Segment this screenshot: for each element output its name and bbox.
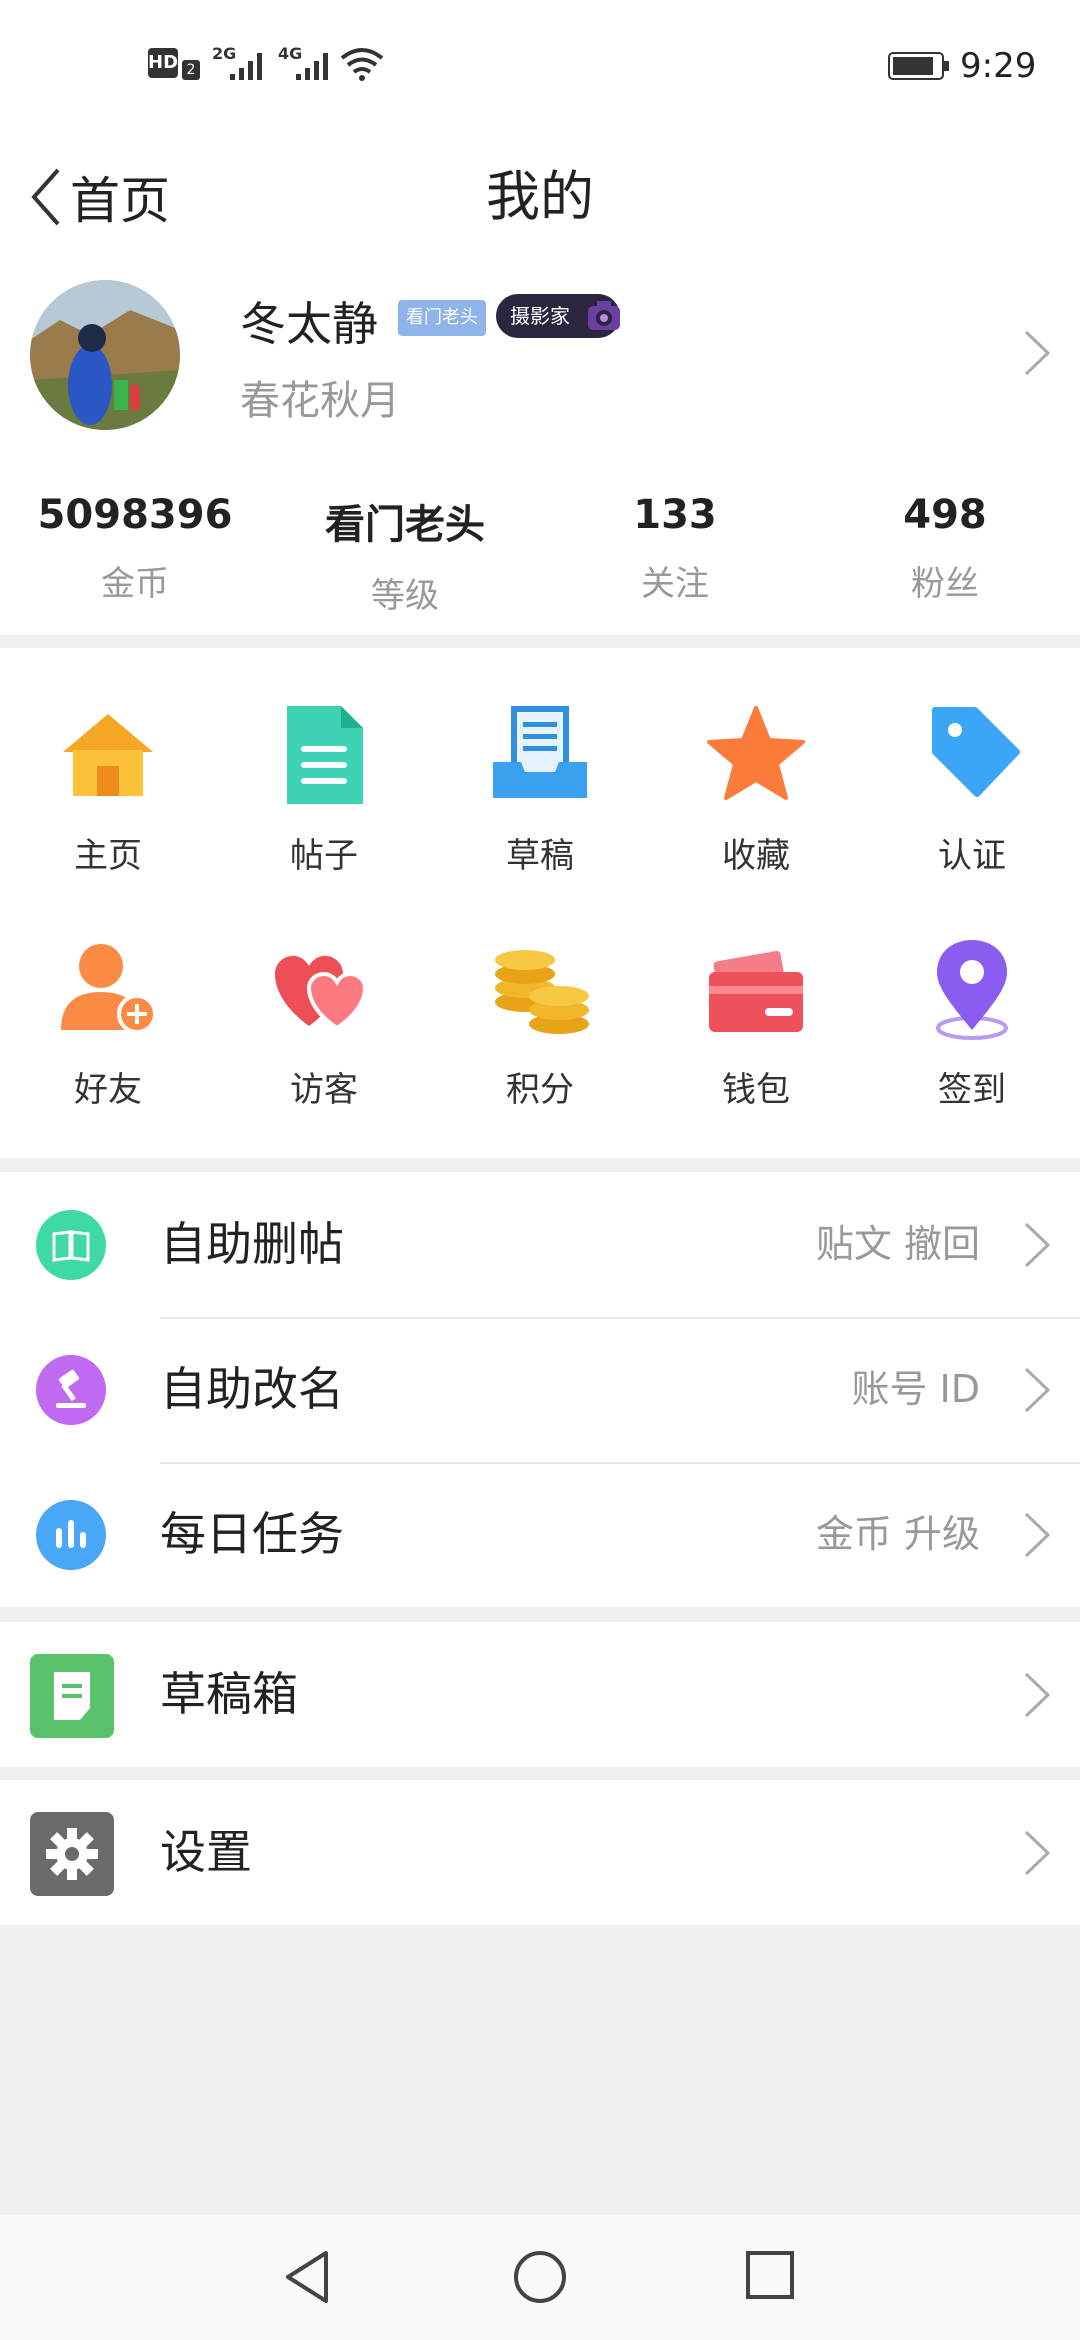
user-name: 冬太静 [240, 297, 378, 351]
status-bar: HD 2 2G 4G 9:29 [0, 0, 1080, 130]
level-badge: 看门老头 [398, 300, 486, 336]
avatar-photo [30, 280, 180, 430]
chevron-right-icon [1024, 1512, 1051, 1558]
menu-label: 每日任务 [160, 1507, 344, 1561]
camera-icon [588, 301, 620, 330]
title-badge: 摄影家 [496, 294, 620, 338]
chevron-right-icon[interactable] [1022, 328, 1052, 378]
grid-item-drafts[interactable]: 草稿 [432, 700, 648, 877]
menu-group-self-service: 自助删帖 贴文 撤回 自助改名 账号 ID 每日任务 金币 升级 [0, 1172, 1080, 1607]
title-badge-label: 摄影家 [510, 304, 570, 328]
coins-icon [495, 950, 589, 1034]
menu-group-settings: 设置 [0, 1780, 1080, 1925]
menu-label: 自助改名 [160, 1362, 344, 1416]
nav-recents-icon[interactable] [744, 2249, 796, 2301]
menu-hint: 贴文 撤回 [815, 1222, 980, 1266]
location-pin-icon [936, 940, 1008, 1040]
grid-item-wallet[interactable]: 钱包 [648, 934, 864, 1111]
menu-label: 草稿箱 [160, 1667, 298, 1721]
gear-icon [30, 1812, 114, 1896]
menu-label: 设置 [160, 1825, 252, 1879]
tag-icon [932, 707, 1020, 797]
grid-item-home[interactable]: 主页 [0, 700, 216, 877]
grid-label: 主页 [74, 836, 142, 876]
add-friend-icon [61, 944, 157, 1034]
clock: 9:29 [960, 46, 1037, 86]
chevron-right-icon [1024, 1367, 1051, 1413]
menu-item-rename[interactable]: 自助改名 账号 ID [0, 1317, 1080, 1462]
grid-item-visitors[interactable]: 访客 [216, 934, 432, 1111]
chevron-right-icon [1024, 1222, 1051, 1268]
hearts-icon [275, 955, 368, 1031]
menu-item-delete-post[interactable]: 自助删帖 贴文 撤回 [0, 1172, 1080, 1317]
chevron-right-icon [1024, 1672, 1051, 1718]
menu-hint: 账号 ID [851, 1367, 980, 1411]
nav-back-icon[interactable] [282, 2247, 332, 2307]
signal-icon [296, 53, 328, 80]
chevron-right-icon [1024, 1830, 1051, 1876]
grid-item-verify[interactable]: 认证 [864, 700, 1080, 877]
grid-label: 钱包 [722, 1070, 790, 1110]
stat-value: 5098396 [37, 492, 233, 538]
grid-label: 收藏 [722, 836, 790, 876]
menu-item-settings[interactable]: 设置 [0, 1780, 1080, 1925]
menu-item-draft-box[interactable]: 草稿箱 [0, 1622, 1080, 1767]
grid-label: 访客 [290, 1070, 358, 1110]
menu-hint: 金币 升级 [815, 1512, 980, 1556]
page-title: 我的 [486, 165, 594, 228]
grid-item-friends[interactable]: 好友 [0, 934, 216, 1111]
grid-item-points[interactable]: 积分 [432, 934, 648, 1111]
grid-label: 帖子 [290, 836, 358, 876]
wifi-icon [340, 48, 384, 81]
star-icon [707, 706, 805, 800]
stat-value: 133 [633, 492, 717, 538]
stat-label: 金币 [101, 564, 169, 604]
stat-level[interactable]: 看门老头 等级 [270, 492, 540, 617]
wallet-icon [709, 950, 803, 1032]
stat-label: 关注 [641, 564, 709, 604]
menu-item-daily-tasks[interactable]: 每日任务 金币 升级 [0, 1462, 1080, 1607]
stat-value: 498 [903, 492, 987, 538]
feature-grid: 主页 帖子 草稿 收藏 认证 好友 访客 积分 钱包 签到 [0, 648, 1080, 1158]
book-icon [36, 1210, 106, 1280]
stat-followers[interactable]: 498 粉丝 [810, 492, 1080, 605]
avatar[interactable] [30, 280, 180, 430]
nav-home-icon[interactable] [512, 2249, 568, 2305]
stat-label: 等级 [371, 576, 439, 616]
grid-label: 认证 [938, 836, 1006, 876]
grid-label: 积分 [506, 1070, 574, 1110]
draft-box-icon [30, 1654, 114, 1738]
draft-tray-icon [493, 706, 587, 798]
menu-label: 自助删帖 [160, 1217, 344, 1271]
grid-label: 草稿 [506, 836, 574, 876]
stat-label: 粉丝 [911, 564, 979, 604]
home-icon [63, 714, 153, 796]
grid-item-posts[interactable]: 帖子 [216, 700, 432, 877]
system-nav-bar [0, 2215, 1080, 2340]
grid-label: 好友 [74, 1070, 142, 1110]
document-icon [287, 706, 363, 804]
grid-label: 签到 [938, 1070, 1006, 1110]
user-signature: 春花秋月 [240, 378, 400, 424]
stat-coins[interactable]: 5098396 金币 [0, 492, 270, 605]
hd-sub: 2 [182, 60, 200, 80]
gavel-icon [36, 1355, 106, 1425]
hd-label: HD [148, 52, 179, 73]
stat-following[interactable]: 133 关注 [540, 492, 810, 605]
profile-card[interactable]: 冬太静 看门老头 摄影家 春花秋月 5098396 金币 看门老头 等级 133… [0, 260, 1080, 635]
top-bar: 首页 我的 [0, 130, 1080, 260]
bar-chart-icon [36, 1500, 106, 1570]
stat-value: 看门老头 [325, 502, 485, 548]
signal-icon [230, 53, 262, 80]
battery-icon [888, 52, 949, 80]
grid-item-favorites[interactable]: 收藏 [648, 700, 864, 877]
menu-group-drafts: 草稿箱 [0, 1622, 1080, 1767]
hd-indicator: HD [148, 48, 178, 78]
grid-item-checkin[interactable]: 签到 [864, 934, 1080, 1111]
